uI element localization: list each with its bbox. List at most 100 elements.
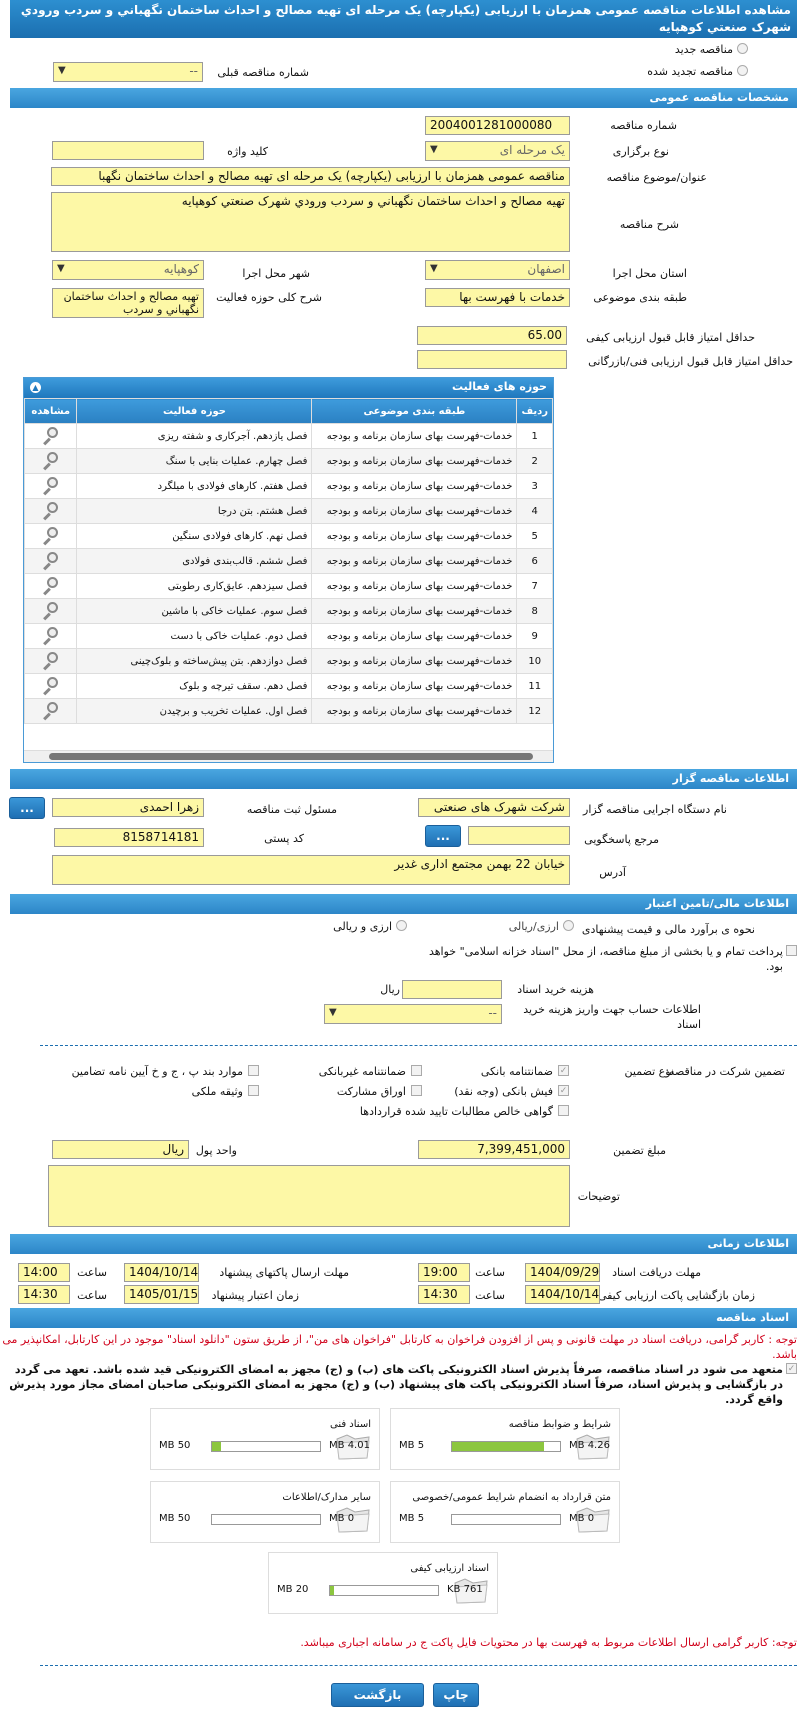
col-scope: حوزه فعالیت bbox=[76, 398, 313, 424]
org-name-field[interactable]: شرکت شهرک های صنعتی bbox=[418, 798, 570, 817]
opening-date[interactable]: 1404/10/14 bbox=[525, 1285, 600, 1304]
file-box: اسناد ارزیابی کیفی 20 MB 761 KB bbox=[268, 1552, 498, 1614]
col-row: ردیف bbox=[516, 398, 553, 424]
property-checkbox[interactable] bbox=[248, 1085, 259, 1096]
currency-and-rial-label: ارزی و ریالی bbox=[333, 920, 392, 933]
file-box: سایر مدارک/اطلاعات 50 MB 0 MB bbox=[150, 1481, 380, 1543]
prev-number-select[interactable]: -- ▼ bbox=[53, 62, 203, 82]
renewed-tender-radio[interactable] bbox=[737, 65, 748, 76]
magnifier-icon[interactable] bbox=[41, 426, 61, 445]
doc-deadline-time[interactable]: 19:00 bbox=[418, 1263, 470, 1282]
bonds-checkbox[interactable] bbox=[411, 1085, 422, 1096]
opening-time[interactable]: 14:30 bbox=[418, 1285, 470, 1304]
magnifier-icon[interactable] bbox=[41, 601, 61, 620]
new-tender-label: مناقصه جدید bbox=[674, 43, 733, 56]
row-scope: فصل دهم. سقف تیرچه و بلوک bbox=[76, 673, 313, 699]
min-quality-field[interactable]: 65.00 bbox=[417, 326, 567, 345]
chevron-down-icon: ▼ bbox=[57, 263, 65, 274]
table-row: 9 خدمات-فهرست بهای سازمان برنامه و بودجه ف… bbox=[23, 623, 553, 649]
subject-field[interactable]: مناقصه عمومی همزمان با ارزیابی (یکپارچه)… bbox=[51, 167, 570, 186]
renewed-tender-label: مناقصه تجدید شده bbox=[647, 65, 733, 78]
row-category: خدمات-فهرست بهای سازمان برنامه و بودجه bbox=[311, 698, 518, 724]
view-cell bbox=[23, 623, 78, 649]
file-box: اسناد فنی 50 MB 4.01 MB bbox=[150, 1408, 380, 1470]
scope-label: شرح کلی حوزه فعالیت bbox=[216, 291, 322, 304]
doc-deadline-date[interactable]: 1404/09/29 bbox=[525, 1263, 600, 1282]
file-title: سایر مدارک/اطلاعات bbox=[282, 1492, 371, 1503]
hour-label: ساعت bbox=[77, 1266, 107, 1279]
collapse-icon[interactable]: ▲ bbox=[30, 382, 41, 393]
print-button[interactable]: چاپ bbox=[433, 1683, 479, 1707]
address-label: آدرس bbox=[599, 866, 626, 879]
ref-lookup-button[interactable]: ... bbox=[425, 825, 461, 847]
account-label: اطلاعات حساب جهت واریز هزینه خرید اسناد bbox=[523, 1003, 701, 1031]
bank-slip-checkbox[interactable]: ✓ bbox=[558, 1085, 569, 1096]
currency-unit-field[interactable]: ریال bbox=[52, 1140, 189, 1159]
treasury-text: پرداخت تمام و یا بخشی از مبلغ مناقصه، از… bbox=[428, 945, 783, 973]
address-field[interactable]: خیابان 22 بهمن مجتمع اداری غدیر bbox=[52, 855, 570, 885]
postal-field[interactable]: 8158714181 bbox=[54, 828, 204, 847]
category-field[interactable]: خدمات با فهرست بها bbox=[425, 288, 570, 307]
regulation-items-checkbox[interactable] bbox=[248, 1065, 259, 1076]
amount-field[interactable]: 7,399,451,000 bbox=[418, 1140, 570, 1159]
city-select[interactable]: کوهپایه ▼ bbox=[52, 260, 204, 280]
file-max-size: 5 MB bbox=[399, 1513, 425, 1524]
row-category: خدمات-فهرست بهای سازمان برنامه و بودجه bbox=[311, 548, 518, 574]
send-deadline-time[interactable]: 14:00 bbox=[18, 1263, 70, 1282]
time-header: اطلاعات زمانی bbox=[10, 1234, 797, 1254]
back-button[interactable]: بازگشت bbox=[331, 1683, 424, 1707]
chevron-down-icon: ▼ bbox=[329, 1007, 337, 1018]
new-tender-radio[interactable] bbox=[737, 43, 748, 54]
file-current-size: 4.01 MB bbox=[329, 1440, 370, 1451]
registrar-lookup-button[interactable]: ... bbox=[9, 797, 45, 819]
page-title: مشاهده اطلاعات مناقصه عمومی همزمان با ار… bbox=[10, 0, 797, 38]
description-field[interactable]: تهیه مصالح و احداث ساختمان نگهباني و سرد… bbox=[51, 192, 570, 252]
validity-date[interactable]: 1405/01/15 bbox=[124, 1285, 199, 1304]
magnifier-icon[interactable] bbox=[41, 626, 61, 645]
tender-number-label: شماره مناقصه bbox=[610, 119, 677, 132]
ref-field[interactable] bbox=[468, 826, 570, 845]
registrar-label: مسئول ثبت مناقصه bbox=[246, 803, 337, 816]
doc-cost-field[interactable] bbox=[402, 980, 502, 999]
magnifier-icon[interactable] bbox=[41, 701, 61, 720]
table-row: 10 خدمات-فهرست بهای سازمان برنامه و بودجه… bbox=[23, 648, 553, 674]
keyword-label: کلید واژه bbox=[227, 145, 268, 158]
notes-field[interactable] bbox=[48, 1165, 570, 1227]
account-select[interactable]: -- ▼ bbox=[324, 1004, 502, 1024]
magnifier-icon[interactable] bbox=[41, 576, 61, 595]
magnifier-icon[interactable] bbox=[41, 451, 61, 470]
chevron-down-icon: ▼ bbox=[430, 144, 438, 155]
magnifier-icon[interactable] bbox=[41, 551, 61, 570]
province-label: استان محل اجرا bbox=[612, 267, 687, 280]
table-scrollbar[interactable] bbox=[24, 750, 553, 762]
divider bbox=[40, 1665, 797, 1666]
row-number: 8 bbox=[516, 598, 553, 624]
row-category: خدمات-فهرست بهای سازمان برنامه و بودجه bbox=[311, 423, 518, 449]
view-cell bbox=[23, 648, 78, 674]
view-cell bbox=[23, 473, 78, 499]
magnifier-icon[interactable] bbox=[41, 676, 61, 695]
validity-time[interactable]: 14:30 bbox=[18, 1285, 70, 1304]
bank-guarantee-checkbox[interactable]: ✓ bbox=[558, 1065, 569, 1076]
prev-number-label: شماره مناقصه قبلی bbox=[217, 66, 309, 79]
non-bank-guarantee-checkbox[interactable] bbox=[411, 1065, 422, 1076]
currency-and-rial-radio[interactable] bbox=[396, 920, 407, 931]
row-scope: فصل اول. عملیات تخریب و برچیدن bbox=[76, 698, 313, 724]
tender-number-field[interactable]: 2004001281000080 bbox=[425, 116, 570, 135]
treasury-checkbox[interactable] bbox=[786, 945, 797, 956]
magnifier-icon[interactable] bbox=[41, 526, 61, 545]
magnifier-icon[interactable] bbox=[41, 501, 61, 520]
keyword-field[interactable] bbox=[52, 141, 204, 160]
commit-checkbox[interactable]: ✓ bbox=[786, 1363, 797, 1374]
registrar-field[interactable]: زهرا احمدی bbox=[52, 798, 204, 817]
row-number: 1 bbox=[516, 423, 553, 449]
type-select[interactable]: یک مرحله ای ▼ bbox=[425, 141, 570, 161]
scope-field[interactable]: تهیه مصالح و احداث ساختمان نگهباني و سرد… bbox=[52, 288, 204, 318]
province-select[interactable]: اصفهان ▼ bbox=[425, 260, 570, 280]
magnifier-icon[interactable] bbox=[41, 476, 61, 495]
receivables-checkbox[interactable] bbox=[558, 1105, 569, 1116]
currency-rial-radio[interactable] bbox=[563, 920, 574, 931]
magnifier-icon[interactable] bbox=[41, 651, 61, 670]
min-tech-field[interactable] bbox=[417, 350, 567, 369]
send-deadline-date[interactable]: 1404/10/14 bbox=[124, 1263, 199, 1282]
